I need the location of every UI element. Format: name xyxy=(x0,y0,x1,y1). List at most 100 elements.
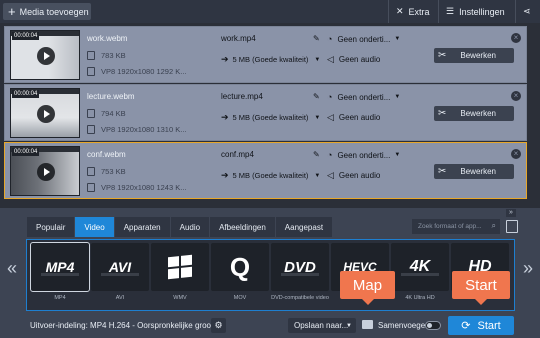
video-thumbnail[interactable]: 00:00:04 xyxy=(10,88,80,138)
edit-button[interactable]: ✂ Bewerken xyxy=(434,48,514,63)
settings-list-icon: ☰ xyxy=(446,6,455,16)
play-icon[interactable] xyxy=(37,163,55,181)
video-spec: VP8 1920x1080 1310 K... xyxy=(101,125,187,134)
scroll-right-icon[interactable]: » xyxy=(523,258,533,279)
video-icon xyxy=(87,67,95,76)
format-tabs: Populair Video Apparaten Audio Afbeeldin… xyxy=(27,217,334,237)
map-callout: Map xyxy=(340,271,395,305)
toolbar-divider xyxy=(515,0,516,23)
output-size: 5 MB (Goede kwaliteit) xyxy=(232,171,309,180)
video-thumbnail[interactable]: 00:00:04 xyxy=(10,30,80,80)
tab-afbeeldingen[interactable]: Afbeeldingen xyxy=(210,217,276,237)
tools-icon: ✕ xyxy=(396,6,404,16)
output-arrow-icon: ➔ xyxy=(221,112,229,122)
edit-button[interactable]: ✂ Bewerken xyxy=(434,164,514,179)
scissors-icon: ✂ xyxy=(438,108,447,119)
convert-icon: ⟳ xyxy=(461,320,471,332)
source-filename: lecture.webm xyxy=(87,92,135,101)
tab-apparaten[interactable]: Apparaten xyxy=(114,217,171,237)
audio-dropdown[interactable]: ◁ Geen audio xyxy=(327,112,380,123)
format-tile-mp4[interactable]: MP4 MP4 xyxy=(30,242,90,301)
output-size-dropdown[interactable]: ➔ 5 MB (Goede kwaliteit) ▼ xyxy=(221,112,320,123)
folder-icon[interactable] xyxy=(362,320,373,329)
toolbar-divider xyxy=(438,0,439,23)
pencil-icon[interactable]: ✎ xyxy=(313,34,320,43)
file-size-info: 794 KB xyxy=(87,109,126,118)
output-size-dropdown[interactable]: ➔ 5 MB (Goede kwaliteit) ▼ xyxy=(221,170,320,181)
chevron-down-icon: ▼ xyxy=(394,94,401,100)
format-caption: MP4 xyxy=(54,295,66,301)
remove-file-icon[interactable]: × xyxy=(511,33,521,43)
edit-label: Bewerken xyxy=(460,109,496,118)
chevron-down-icon: ▼ xyxy=(314,56,321,63)
edit-button[interactable]: ✂ Bewerken xyxy=(434,106,514,121)
duration-label: 00:00:04 xyxy=(12,90,40,98)
remove-file-icon[interactable]: × xyxy=(511,149,521,159)
format-caption: WMV xyxy=(173,295,187,301)
audio-dropdown[interactable]: ◁ Geen audio xyxy=(327,170,380,181)
scroll-left-icon[interactable]: « xyxy=(7,258,17,279)
output-size-dropdown[interactable]: ➔ 5 MB (Goede kwaliteit) ▼ xyxy=(221,54,320,65)
video-spec-info: VP8 1920x1080 1292 K... xyxy=(87,67,187,76)
bottom-bar: Uitvoer-indeling: MP4 H.264 - Oorspronke… xyxy=(0,316,540,338)
video-thumbnail[interactable]: 00:00:04 xyxy=(10,146,80,196)
format-tile-4k[interactable]: 4K 4K Ultra HD xyxy=(391,243,449,301)
share-button[interactable]: ⋖ xyxy=(523,0,531,23)
subtitles-value: Geen onderti... xyxy=(337,92,391,102)
file-size-info: 753 KB xyxy=(87,167,126,176)
tab-aangepast[interactable]: Aangepast xyxy=(275,217,334,237)
subtitles-dropdown[interactable]: ◔ Geen onderti... ▼ xyxy=(327,150,400,160)
subtitles-dropdown[interactable]: ◔ Geen onderti... ▼ xyxy=(327,34,400,44)
device-detect-icon[interactable] xyxy=(506,220,518,233)
start-label: Start xyxy=(477,319,501,332)
format-tile-mov[interactable]: Q MOV xyxy=(211,243,269,301)
format-tile-dvd[interactable]: DVD DVD-compatibele video xyxy=(271,243,329,301)
tab-populair[interactable]: Populair xyxy=(27,217,76,237)
remove-file-icon[interactable]: × xyxy=(511,91,521,101)
audio-value: Geen audio xyxy=(338,171,381,180)
format-tile-wmv[interactable]: WMV xyxy=(151,243,209,301)
format-caption: DVD-compatibele video xyxy=(271,295,329,301)
output-filename[interactable]: work.mp4 xyxy=(221,34,256,43)
pencil-icon[interactable]: ✎ xyxy=(313,150,320,159)
search-placeholder: Zoek formaat of app... xyxy=(418,223,482,230)
quicktime-logo-icon: Q xyxy=(229,251,251,282)
video-spec: VP8 1920x1080 1243 K... xyxy=(101,183,187,192)
chevron-down-icon: ▼ xyxy=(314,114,321,121)
chevron-down-icon: ▼ xyxy=(346,322,352,329)
video-spec-info: VP8 1920x1080 1243 K... xyxy=(87,183,187,192)
subtitles-dropdown[interactable]: ◔ Geen onderti... ▼ xyxy=(327,92,400,102)
chevron-down-icon: ▼ xyxy=(394,36,401,42)
tab-audio[interactable]: Audio xyxy=(170,217,211,237)
output-size: 5 MB (Goede kwaliteit) xyxy=(232,113,309,122)
gear-icon[interactable]: ⚙ xyxy=(211,318,226,333)
edit-label: Bewerken xyxy=(460,167,496,176)
start-button[interactable]: ⟳ Start xyxy=(448,316,514,335)
pencil-icon[interactable]: ✎ xyxy=(313,92,320,101)
output-filename[interactable]: lecture.mp4 xyxy=(221,92,263,101)
source-filename: work.webm xyxy=(87,34,128,43)
audio-dropdown[interactable]: ◁ Geen audio xyxy=(327,54,380,65)
format-search-input[interactable]: Zoek formaat of app... ⌕ xyxy=(412,219,500,234)
file-row[interactable]: 00:00:04 work.webm 783 KB VP8 1920x1080 … xyxy=(4,26,527,83)
tab-video[interactable]: Video xyxy=(75,217,115,237)
save-to-dropdown[interactable]: Opslaan naar... ▼ xyxy=(288,318,356,333)
top-toolbar: + Media toevoegen ✕ Extra ☰ Instellingen… xyxy=(0,0,540,23)
collapse-panel-icon[interactable]: » xyxy=(506,209,516,217)
duration-label: 00:00:04 xyxy=(12,32,40,40)
save-to-label: Opslaan naar... xyxy=(294,321,349,330)
plus-icon: + xyxy=(8,4,16,19)
merge-toggle[interactable] xyxy=(425,321,441,330)
edit-label: Bewerken xyxy=(460,51,496,60)
file-row-selected[interactable]: 00:00:04 conf.webm 753 KB VP8 1920x1080 … xyxy=(4,142,527,199)
format-tile-avi[interactable]: AVI AVI xyxy=(91,243,149,301)
add-media-button[interactable]: + Media toevoegen xyxy=(3,3,91,20)
output-filename[interactable]: conf.mp4 xyxy=(221,150,254,159)
play-icon[interactable] xyxy=(37,47,55,65)
extra-button[interactable]: ✕ Extra xyxy=(396,0,430,23)
file-row[interactable]: 00:00:04 lecture.webm 794 KB VP8 1920x10… xyxy=(4,84,527,141)
settings-label: Instellingen xyxy=(459,6,505,17)
settings-button[interactable]: ☰ Instellingen xyxy=(446,0,505,23)
play-icon[interactable] xyxy=(37,105,55,123)
windows-logo-icon xyxy=(168,254,192,280)
